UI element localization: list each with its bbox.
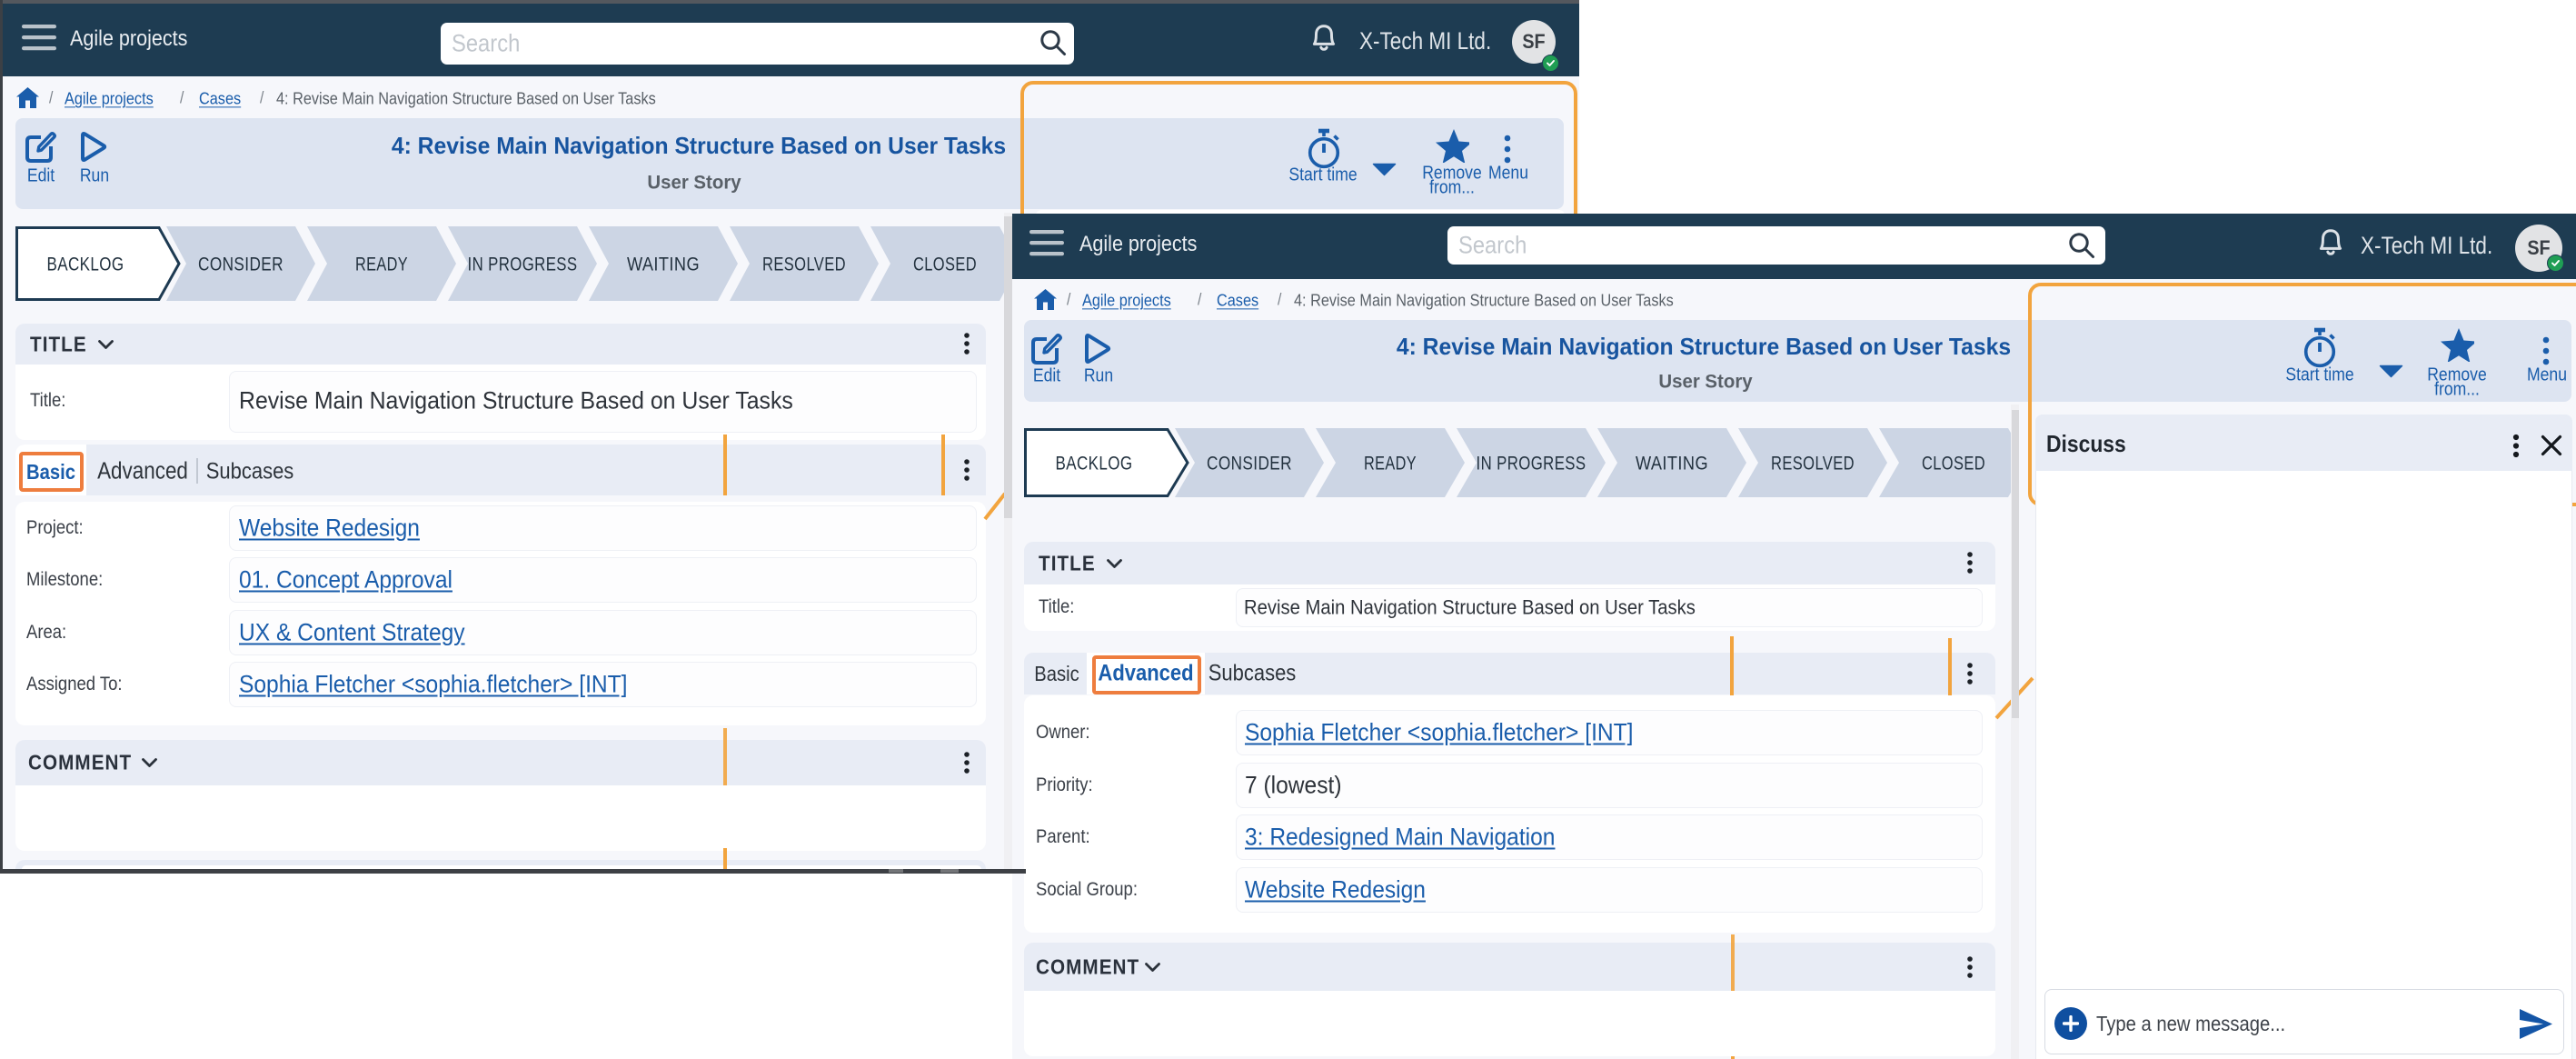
- svg-text:IN PROGRESS: IN PROGRESS: [1477, 454, 1586, 475]
- svg-text:WAITING: WAITING: [627, 255, 700, 275]
- svg-text:BACKLOG: BACKLOG: [47, 255, 124, 275]
- svg-text:CONSIDER: CONSIDER: [1207, 454, 1292, 475]
- svg-text:CLOSED: CLOSED: [1922, 454, 1985, 475]
- svg-text:WAITING: WAITING: [1636, 454, 1708, 475]
- svg-text:CONSIDER: CONSIDER: [198, 255, 283, 275]
- svg-text:CLOSED: CLOSED: [913, 255, 977, 275]
- svg-text:BACKLOG: BACKLOG: [1056, 454, 1133, 475]
- svg-text:READY: READY: [1364, 454, 1417, 475]
- svg-text:IN PROGRESS: IN PROGRESS: [468, 255, 578, 275]
- svg-text:RESOLVED: RESOLVED: [762, 255, 846, 275]
- svg-text:READY: READY: [355, 255, 408, 275]
- svg-text:RESOLVED: RESOLVED: [1771, 454, 1855, 475]
